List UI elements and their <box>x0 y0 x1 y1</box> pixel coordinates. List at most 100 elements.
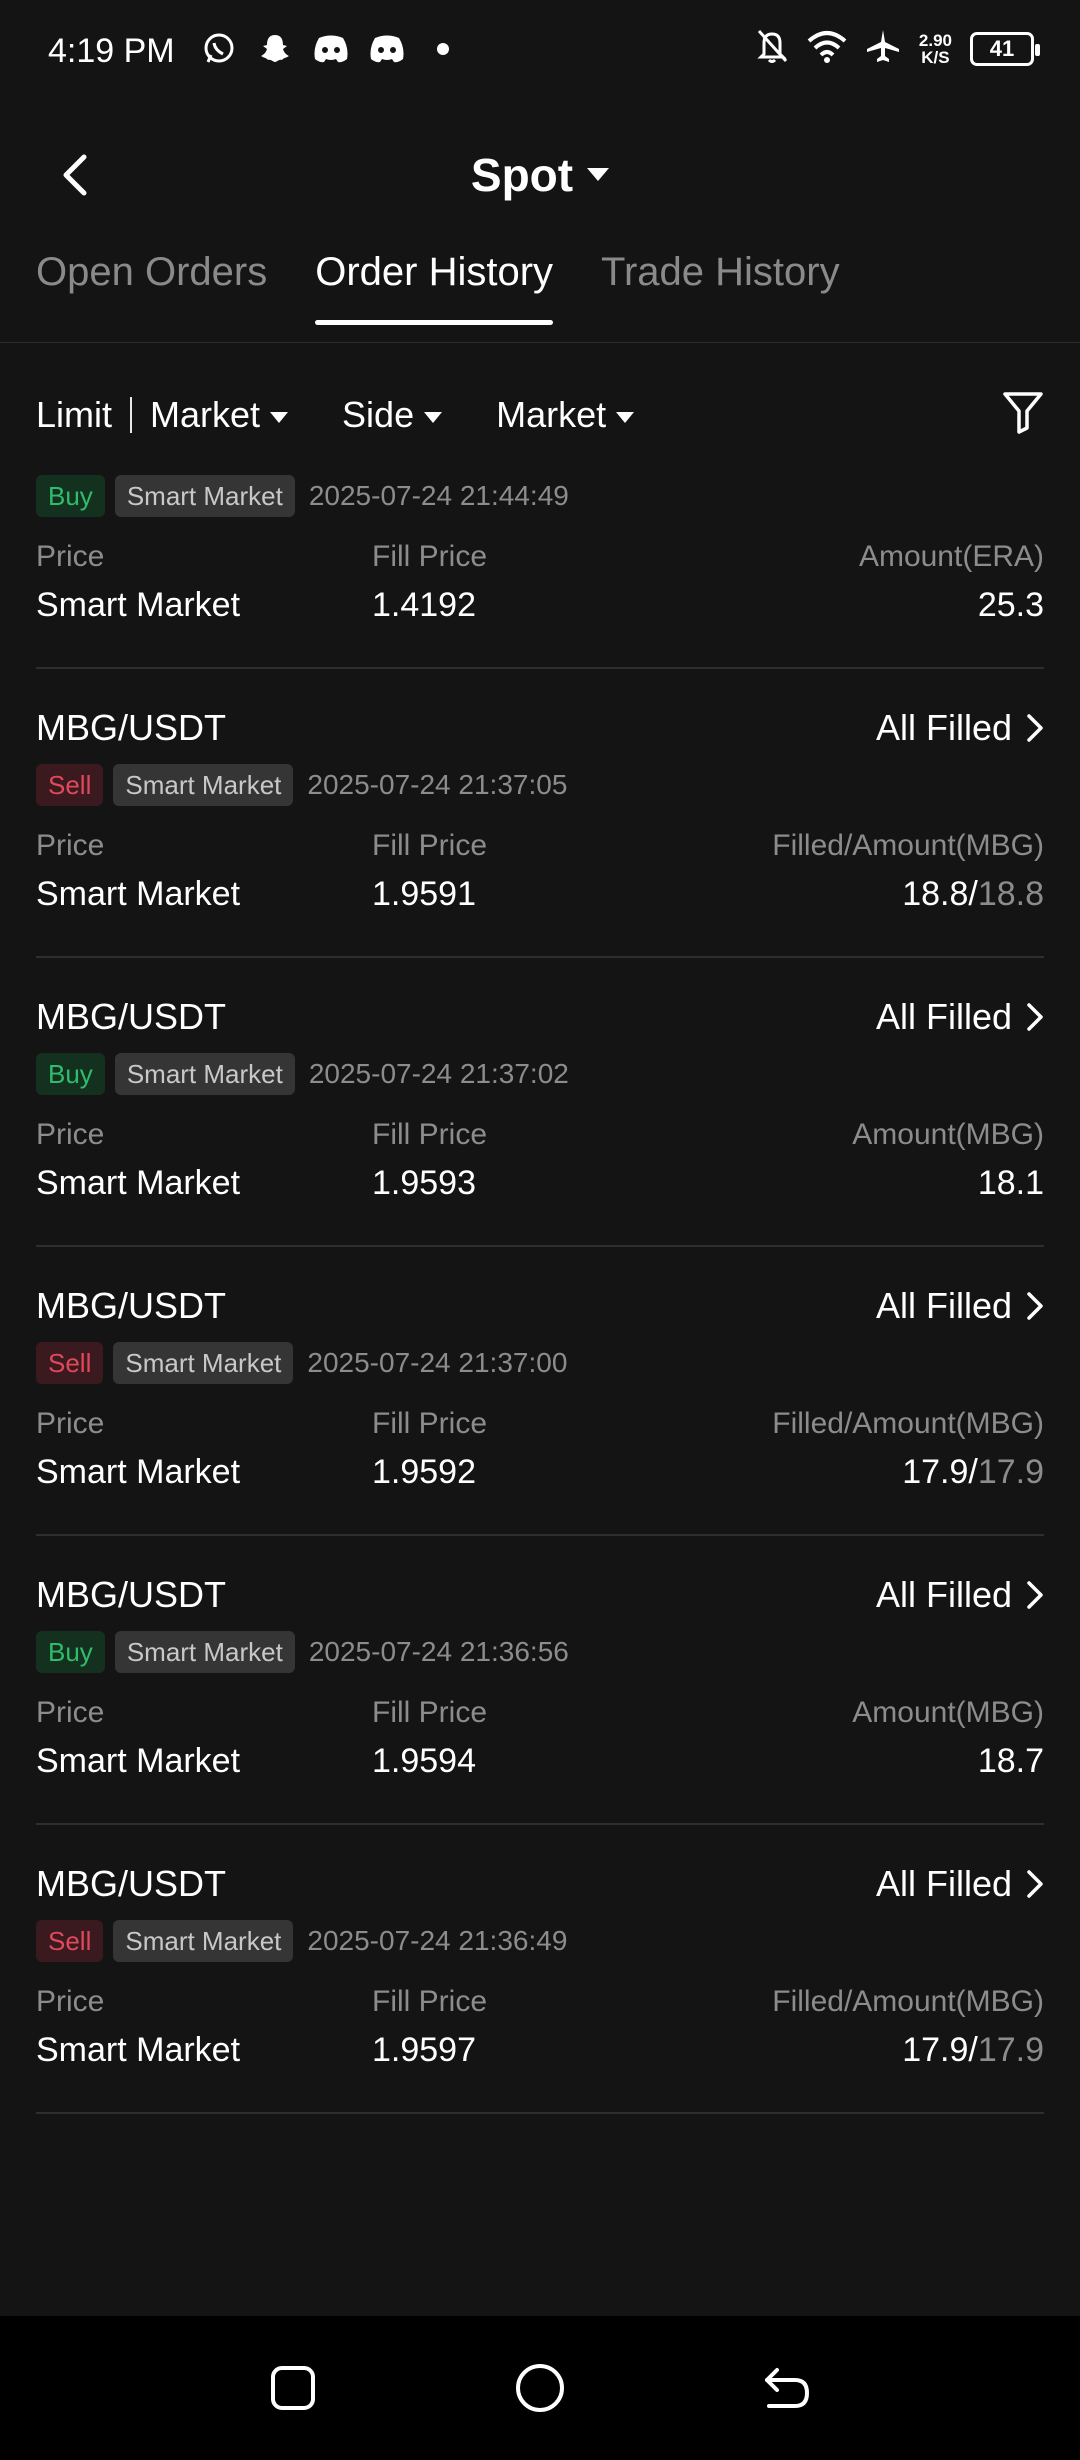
circle-icon <box>515 2364 564 2412</box>
order-values: Smart Market 1.9593 18.1 <box>36 1164 1044 1245</box>
notification-icons <box>200 30 462 68</box>
chevron-right-icon <box>1027 1292 1043 1320</box>
order-labels: Price Fill Price Filled/Amount(MBG) <box>36 829 1044 862</box>
order-item[interactable]: MBG/USDT All Filled Sell Smart Market 20… <box>36 1247 1044 1536</box>
order-pair: MBG/USDT <box>36 996 227 1037</box>
chevron-right-icon <box>1027 1581 1043 1609</box>
order-pair: MBG/USDT <box>36 1574 227 1615</box>
page-title: Spot <box>470 149 574 201</box>
type-badge: Smart Market <box>114 475 295 517</box>
order-time: 2025-07-24 21:37:05 <box>307 769 568 800</box>
side-badge: Sell <box>36 1342 104 1384</box>
market-selector[interactable]: Spot <box>0 148 1080 202</box>
filter-bar: Limit Market Side Market <box>36 390 1044 440</box>
side-badge: Buy <box>36 1631 105 1673</box>
back-nav-button[interactable] <box>752 2353 822 2423</box>
system-nav-bar <box>0 2316 1080 2460</box>
filter-button[interactable] <box>1002 390 1044 439</box>
order-price: Smart Market <box>36 2031 241 2069</box>
order-price: Smart Market <box>36 875 241 913</box>
chevron-right-icon <box>1027 1003 1043 1031</box>
tab-trade-history[interactable]: Trade History <box>601 250 840 325</box>
filter-limit[interactable]: Limit <box>36 394 112 436</box>
chevron-right-icon <box>1027 714 1043 742</box>
order-pair: MBG/USDT <box>36 707 227 748</box>
order-amount: 18.7 <box>977 1742 1044 1780</box>
app-header: Spot <box>0 130 1080 220</box>
order-tags: Sell Smart Market 2025-07-24 21:36:49 <box>36 1915 1044 1967</box>
order-values: Smart Market 1.9597 17.9/17.9 <box>36 2031 1044 2112</box>
order-status[interactable]: All Filled <box>876 1574 1044 1616</box>
order-item[interactable]: Buy Smart Market 2025-07-24 21:44:49 Pri… <box>36 470 1044 669</box>
order-fill-price: 1.9592 <box>372 1453 476 1491</box>
order-status[interactable]: All Filled <box>876 996 1044 1038</box>
order-values: Smart Market 1.4192 25.3 <box>36 586 1044 667</box>
caret-down-icon <box>616 411 635 423</box>
discord-icon <box>368 30 406 68</box>
order-item[interactable]: MBG/USDT All Filled Buy Smart Market 202… <box>36 958 1044 1247</box>
battery-level: 41 <box>989 35 1015 61</box>
type-badge: Smart Market <box>113 764 294 806</box>
order-item[interactable]: MBG/USDT All Filled Buy Smart Market 202… <box>36 1536 1044 1825</box>
side-badge: Sell <box>36 764 104 806</box>
order-fill-price: 1.9591 <box>372 875 476 913</box>
side-badge: Buy <box>36 475 105 517</box>
order-list: Buy Smart Market 2025-07-24 21:44:49 Pri… <box>36 460 1044 2114</box>
order-values: Smart Market 1.9592 17.9/17.9 <box>36 1453 1044 1534</box>
order-labels: Price Fill Price Filled/Amount(MBG) <box>36 1407 1044 1440</box>
type-badge: Smart Market <box>114 1053 295 1095</box>
order-amount: 17.9/17.9 <box>902 2031 1044 2069</box>
order-fill-price: 1.9597 <box>372 2031 476 2069</box>
order-pair: MBG/USDT <box>36 1285 227 1326</box>
airplane-icon <box>865 28 901 69</box>
dot-icon <box>424 30 462 68</box>
order-time: 2025-07-24 21:36:56 <box>308 1636 569 1667</box>
order-values: Smart Market 1.9594 18.7 <box>36 1742 1044 1823</box>
caret-down-icon <box>424 411 443 423</box>
bell-off-icon <box>755 28 789 69</box>
order-status[interactable]: All Filled <box>876 707 1044 749</box>
wifi-icon <box>807 29 847 68</box>
chevron-right-icon <box>1027 1870 1043 1898</box>
order-time: 2025-07-24 21:37:02 <box>308 1058 569 1089</box>
tab-order-history[interactable]: Order History <box>315 250 553 325</box>
order-pair: MBG/USDT <box>36 1863 227 1904</box>
snapchat-icon <box>256 30 294 68</box>
tab-open-orders[interactable]: Open Orders <box>36 250 267 325</box>
order-amount: 18.8/18.8 <box>902 875 1044 913</box>
order-status[interactable]: All Filled <box>876 1863 1044 1905</box>
square-icon <box>271 2366 316 2410</box>
side-badge: Sell <box>36 1920 104 1962</box>
order-labels: Price Fill Price Amount(ERA) <box>36 540 1044 573</box>
order-amount: 17.9/17.9 <box>902 1453 1044 1491</box>
order-labels: Price Fill Price Amount(MBG) <box>36 1696 1044 1729</box>
status-time: 4:19 PM <box>48 32 175 70</box>
order-price: Smart Market <box>36 1164 241 1202</box>
order-item[interactable]: MBG/USDT All Filled Sell Smart Market 20… <box>36 669 1044 958</box>
order-price: Smart Market <box>36 1453 241 1491</box>
order-price: Smart Market <box>36 1742 241 1780</box>
order-time: 2025-07-24 21:36:49 <box>307 1925 568 1956</box>
order-tags: Buy Smart Market 2025-07-24 21:37:02 <box>36 1048 1044 1100</box>
type-badge: Smart Market <box>113 1920 294 1962</box>
order-time: 2025-07-24 21:37:00 <box>307 1347 568 1378</box>
net-rate: 2.90 K/S <box>918 30 952 67</box>
order-status[interactable]: All Filled <box>876 1285 1044 1327</box>
order-fill-price: 1.4192 <box>372 586 476 624</box>
order-fill-price: 1.9593 <box>372 1164 476 1202</box>
home-button[interactable] <box>505 2353 575 2423</box>
order-item[interactable]: MBG/USDT All Filled Sell Smart Market 20… <box>36 1825 1044 2114</box>
system-icons: 2.90 K/S 41 <box>755 28 1040 69</box>
type-badge: Smart Market <box>114 1631 295 1673</box>
filter-separator <box>130 397 133 433</box>
caret-down-icon <box>270 411 289 423</box>
status-bar: 4:19 PM 2.90 K/S 41 <box>0 0 1080 110</box>
order-labels: Price Fill Price Amount(MBG) <box>36 1118 1044 1151</box>
filter-side[interactable]: Side <box>342 394 443 436</box>
order-tabs: Open Orders Order History Trade History <box>36 250 840 325</box>
order-time: 2025-07-24 21:44:49 <box>308 480 569 511</box>
whatsapp-icon <box>200 30 238 68</box>
filter-market[interactable]: Market <box>496 394 635 436</box>
filter-market-type[interactable]: Market <box>150 394 289 436</box>
recents-button[interactable] <box>258 2353 328 2423</box>
